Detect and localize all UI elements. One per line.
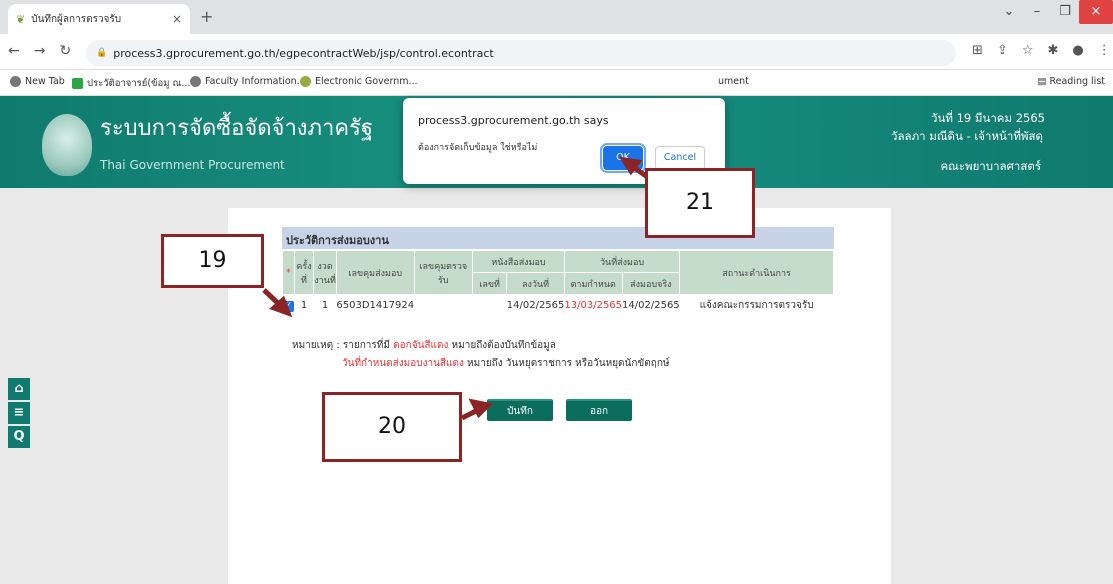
- annotation-arrows: [262, 156, 662, 421]
- annotation-19: 19: [161, 234, 264, 288]
- annotation-21: 21: [645, 168, 755, 238]
- annotation-20: 20: [322, 392, 462, 462]
